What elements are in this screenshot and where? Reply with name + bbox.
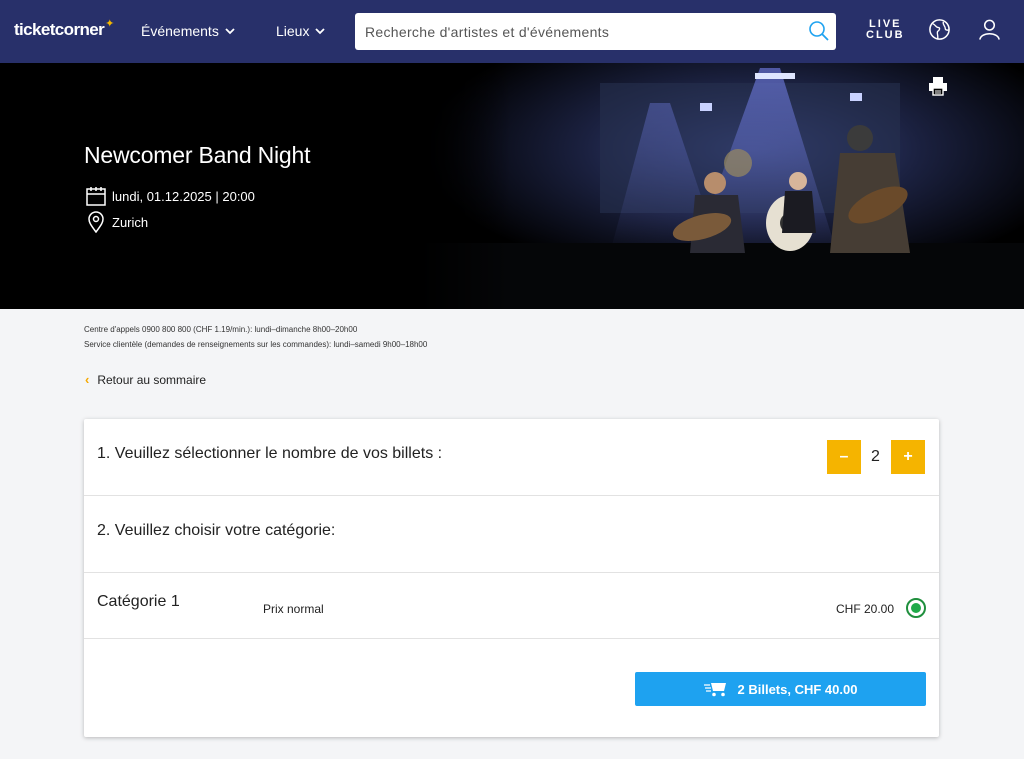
chevron-down-icon [315, 28, 326, 35]
nav-events[interactable]: Événements [141, 23, 235, 39]
search-icon[interactable] [808, 20, 830, 42]
radio-selected-dot [911, 603, 921, 613]
divider [84, 572, 939, 573]
increase-quantity-button[interactable]: + [891, 440, 925, 474]
back-to-summary-link[interactable]: ‹ Retour au sommaire [85, 372, 206, 387]
event-location: Zurich [112, 214, 149, 230]
event-date-row: lundi, 01.12.2025 | 20:00 [86, 186, 255, 206]
step1-heading: 1. Veuillez sélectionner le nombre de vo… [97, 445, 443, 462]
add-to-cart-button[interactable]: 2 Billets, CHF 40.00 [635, 672, 926, 706]
ticketcorner-logo[interactable]: ticketcorner✦ [14, 18, 114, 40]
event-hero-image [420, 63, 1024, 309]
live-club-line2: CLUB [866, 29, 905, 41]
decrease-quantity-button[interactable]: – [827, 440, 861, 474]
call-center-info: Centre d'appels 0900 800 800 (CHF 1.19/m… [84, 325, 358, 334]
back-link-label: Retour au sommaire [97, 372, 207, 387]
event-hero-banner: Newcomer Band Night lundi, 01.12.2025 | … [0, 63, 1024, 309]
nav-venues[interactable]: Lieux [276, 23, 326, 39]
chevron-down-icon [225, 28, 235, 35]
location-pin-icon [88, 211, 104, 233]
logo-text: ticketcorner [14, 20, 105, 39]
customer-service-info: Service clientèle (demandes de renseigne… [84, 340, 428, 349]
divider [84, 495, 939, 496]
divider [84, 638, 939, 639]
nav-events-label: Événements [141, 23, 219, 39]
event-title: Newcomer Band Night [84, 142, 311, 168]
user-icon[interactable] [978, 17, 1001, 41]
category-radio[interactable] [906, 598, 926, 618]
nav-venues-label: Lieux [276, 23, 310, 39]
logo-star-icon: ✦ [105, 18, 114, 30]
live-club-link[interactable]: LIVE CLUB [866, 19, 905, 41]
print-icon[interactable] [928, 76, 948, 96]
search-box [355, 13, 836, 50]
ticket-quantity: 2 [871, 448, 880, 465]
category-price: CHF 20.00 [836, 602, 895, 616]
category-name: Catégorie 1 [97, 593, 180, 610]
event-datetime: lundi, 01.12.2025 | 20:00 [112, 188, 255, 204]
event-location-row: Zurich [86, 211, 148, 233]
top-navigation-bar: ticketcorner✦ Événements Lieux LIVE CLUB [0, 0, 1024, 63]
cta-label: 2 Billets, CHF 40.00 [737, 681, 858, 697]
price-type: Prix normal [263, 602, 324, 616]
globe-icon[interactable] [928, 18, 951, 41]
step2-heading: 2. Veuillez choisir votre catégorie: [97, 522, 336, 539]
booking-card: 1. Veuillez sélectionner le nombre de vo… [84, 419, 939, 737]
chevron-left-icon: ‹ [85, 372, 90, 387]
search-input[interactable] [355, 13, 795, 50]
cart-icon [703, 683, 726, 697]
calendar-icon [86, 187, 106, 206]
